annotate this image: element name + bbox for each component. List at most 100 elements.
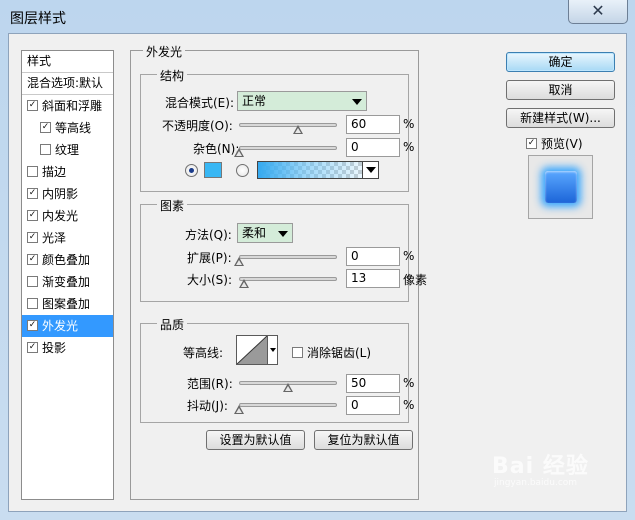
style-item[interactable]: 颜色叠加 xyxy=(22,249,113,271)
style-item[interactable]: 斜面和浮雕 xyxy=(22,95,113,117)
noise-label: 杂色(N): xyxy=(193,142,240,156)
jitter-unit: % xyxy=(403,398,415,412)
opacity-slider-thumb[interactable] xyxy=(292,125,303,134)
noise-slider[interactable] xyxy=(234,143,337,157)
watermark-url: jingyan.baidu.com xyxy=(494,478,578,488)
antialias-checkbox[interactable] xyxy=(292,347,303,358)
spread-input[interactable]: 0 xyxy=(346,247,400,266)
noise-unit: % xyxy=(403,140,415,154)
opacity-input[interactable]: 60 xyxy=(346,115,400,134)
watermark-logo: Bai 经验 xyxy=(492,454,589,479)
chevron-down-icon xyxy=(278,231,288,237)
style-item-label: 内发光 xyxy=(42,209,79,223)
style-item[interactable]: 等高线 xyxy=(22,117,113,139)
style-item-checkbox[interactable] xyxy=(27,100,38,111)
style-item-checkbox[interactable] xyxy=(27,342,38,353)
style-item[interactable]: 内发光 xyxy=(22,205,113,227)
style-item[interactable]: 描边 xyxy=(22,161,113,183)
jitter-slider-track xyxy=(239,403,337,407)
elements-title: 图素 xyxy=(157,197,188,214)
antialias-option[interactable]: 消除锯齿(L) xyxy=(292,344,371,361)
style-item-checkbox[interactable] xyxy=(27,298,38,309)
opacity-label: 不透明度(O): xyxy=(162,119,233,133)
style-item-checkbox[interactable] xyxy=(27,210,38,221)
blend-mode-label: 混合模式(E): xyxy=(165,96,234,110)
size-unit: 像素 xyxy=(403,273,428,287)
style-item-checkbox[interactable] xyxy=(27,254,38,265)
outer-glow-panel: 外发光 结构 混合模式(E): 正常 不透明度(O): 60 % 杂色(N): … xyxy=(130,43,427,500)
gradient-radio[interactable] xyxy=(236,164,249,177)
style-item-checkbox[interactable] xyxy=(27,232,38,243)
size-slider-thumb[interactable] xyxy=(239,279,250,288)
range-input[interactable]: 50 xyxy=(346,374,400,393)
technique-select[interactable]: 柔和 xyxy=(237,223,293,243)
size-label: 大小(S): xyxy=(187,273,233,287)
style-item-label: 纹理 xyxy=(55,143,80,157)
spread-slider-thumb[interactable] xyxy=(234,257,244,266)
style-item[interactable]: 外发光 xyxy=(22,315,113,337)
chevron-down-icon[interactable] xyxy=(362,162,378,178)
range-slider[interactable] xyxy=(239,378,337,392)
preview-label: 预览(V) xyxy=(541,137,583,151)
cancel-button[interactable]: 取消 xyxy=(506,80,615,100)
noise-input[interactable]: 0 xyxy=(346,138,400,157)
panel-title: 外发光 xyxy=(143,43,186,60)
style-item-label: 描边 xyxy=(42,165,67,179)
style-item-checkbox[interactable] xyxy=(27,166,38,177)
contour-curve-icon xyxy=(237,336,267,364)
style-item[interactable]: 投影 xyxy=(22,337,113,359)
new-style-button[interactable]: 新建样式(W)... xyxy=(506,108,615,128)
antialias-label: 消除锯齿(L) xyxy=(307,346,372,360)
style-item[interactable]: 图案叠加 xyxy=(22,293,113,315)
style-preview xyxy=(528,155,593,219)
gradient-picker[interactable] xyxy=(257,161,379,179)
style-item-checkbox[interactable] xyxy=(40,144,51,155)
size-slider[interactable] xyxy=(239,274,337,288)
reset-default-button[interactable]: 复位为默认值 xyxy=(314,430,413,450)
blend-mode-select[interactable]: 正常 xyxy=(237,91,367,111)
close-button[interactable]: ✕ xyxy=(568,0,628,24)
style-item-label: 图案叠加 xyxy=(42,297,91,311)
range-unit: % xyxy=(403,376,415,390)
make-default-button[interactable]: 设置为默认值 xyxy=(206,430,305,450)
style-item[interactable]: 纹理 xyxy=(22,139,113,161)
style-item-label: 颜色叠加 xyxy=(42,253,91,267)
preview-thumbnail xyxy=(545,171,577,203)
blending-options-item[interactable]: 混合选项:默认 xyxy=(22,73,113,95)
contour-label: 等高线: xyxy=(183,346,224,360)
window-title: 图层样式 xyxy=(10,11,66,27)
style-item[interactable]: 内阴影 xyxy=(22,183,113,205)
style-item-label: 内阴影 xyxy=(42,187,79,201)
range-slider-thumb[interactable] xyxy=(283,383,293,392)
spread-slider[interactable] xyxy=(234,252,337,266)
glow-color-swatch[interactable] xyxy=(204,162,222,178)
style-item-label: 投影 xyxy=(42,341,67,355)
jitter-input[interactable]: 0 xyxy=(346,396,400,415)
style-item-checkbox[interactable] xyxy=(27,188,38,199)
chevron-down-icon[interactable] xyxy=(267,336,277,364)
style-item-label: 等高线 xyxy=(55,121,92,135)
opacity-slider[interactable] xyxy=(239,120,337,134)
spread-unit: % xyxy=(403,249,415,263)
style-item[interactable]: 渐变叠加 xyxy=(22,271,113,293)
size-input[interactable]: 13 xyxy=(346,269,400,288)
contour-picker[interactable] xyxy=(236,335,278,365)
preview-option[interactable]: 预览(V) xyxy=(526,135,583,152)
solid-color-radio[interactable] xyxy=(185,164,198,177)
jitter-slider-thumb[interactable] xyxy=(234,405,244,414)
style-list-header[interactable]: 样式 xyxy=(22,51,113,73)
noise-slider-thumb[interactable] xyxy=(234,148,244,157)
style-item-checkbox[interactable] xyxy=(27,276,38,287)
style-item-checkbox[interactable] xyxy=(40,122,51,133)
elements-group: 图素 方法(Q): 柔和 扩展(P): 0 % 大小(S): 13 像素 xyxy=(140,197,427,302)
style-item[interactable]: 光泽 xyxy=(22,227,113,249)
jitter-slider[interactable] xyxy=(234,400,337,414)
ok-button[interactable]: 确定 xyxy=(506,52,615,72)
style-item-checkbox[interactable] xyxy=(27,320,38,331)
style-list-items: 斜面和浮雕等高线纹理描边内阴影内发光光泽颜色叠加渐变叠加图案叠加外发光投影 xyxy=(22,95,113,359)
style-list: 样式 混合选项:默认 斜面和浮雕等高线纹理描边内阴影内发光光泽颜色叠加渐变叠加图… xyxy=(21,50,114,500)
spread-slider-track xyxy=(239,255,337,259)
preview-checkbox[interactable] xyxy=(526,138,537,149)
style-item-label: 光泽 xyxy=(42,231,67,245)
quality-title: 品质 xyxy=(157,316,188,333)
